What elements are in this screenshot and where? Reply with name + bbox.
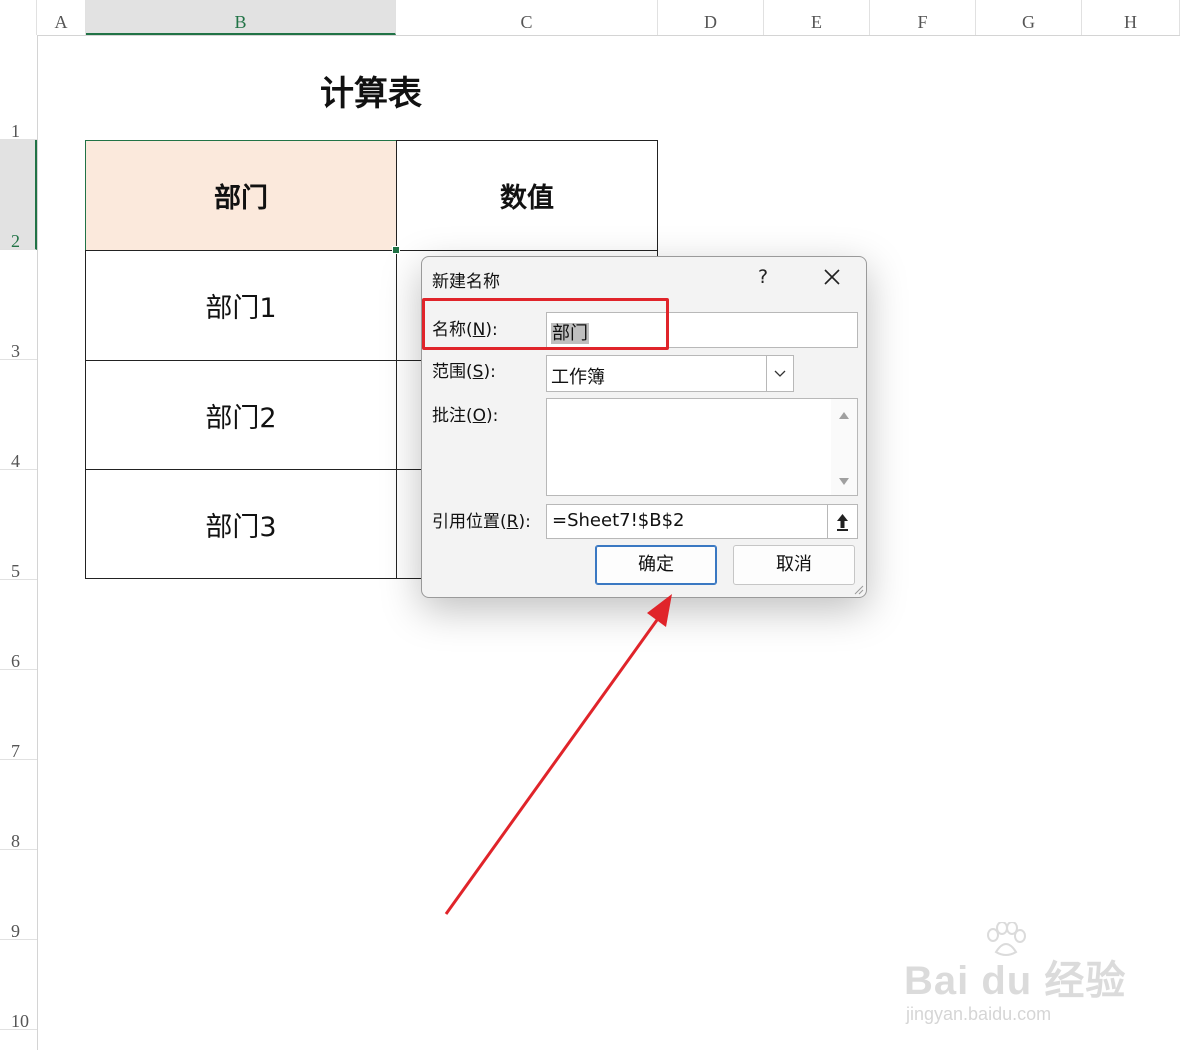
watermark-url: jingyan.baidu.com <box>906 1004 1052 1024</box>
collapse-dialog-button[interactable] <box>827 504 858 539</box>
cell-b5[interactable]: 部门3 <box>85 469 397 579</box>
watermark-brand: Bai du 经验 <box>904 959 1127 1003</box>
row-number: 1 <box>11 121 20 141</box>
reference-label-text: 引用位置( <box>432 512 507 532</box>
scope-label: 范围(S): <box>432 357 496 382</box>
row-header-9[interactable]: 9 <box>0 850 37 941</box>
comment-label: 批注(O): <box>432 401 498 426</box>
row-header-10[interactable]: 10 <box>0 940 37 1031</box>
resize-grip-icon[interactable] <box>852 583 864 595</box>
select-all-corner[interactable] <box>0 0 37 35</box>
cancel-button[interactable]: 取消 <box>733 545 855 585</box>
row-number: 9 <box>11 921 20 941</box>
row-header-3[interactable]: 3 <box>0 250 37 361</box>
row-header-1[interactable]: 1 <box>0 35 37 141</box>
row-header-6[interactable]: 6 <box>0 580 37 671</box>
cell-b3[interactable]: 部门1 <box>85 250 397 361</box>
chevron-down-icon <box>774 370 786 377</box>
row-header-7[interactable]: 7 <box>0 670 37 761</box>
comment-scrollbar[interactable] <box>831 399 857 495</box>
fill-handle[interactable] <box>392 246 400 254</box>
scope-select-value: 工作簿 <box>551 367 605 388</box>
reference-label-key: R <box>506 512 519 532</box>
scope-dropdown-button[interactable] <box>766 356 793 391</box>
row-header-bar: 1 2 3 4 5 6 7 8 9 10 <box>0 35 38 1050</box>
column-header-d[interactable]: D <box>658 0 764 35</box>
comment-textarea[interactable] <box>546 398 858 496</box>
scroll-arrows-icon <box>839 412 849 485</box>
row-number: 4 <box>11 451 20 471</box>
help-button[interactable]: ? <box>748 263 778 291</box>
column-header-bar: A B C D E F G H <box>0 0 1180 36</box>
upload-arrow-icon <box>837 514 848 531</box>
sheet-title[interactable]: 计算表 <box>245 66 497 115</box>
close-button[interactable] <box>814 263 850 291</box>
comment-label-text: 批注( <box>432 406 473 426</box>
column-header-a[interactable]: A <box>37 0 86 35</box>
row-header-4[interactable]: 4 <box>0 360 37 471</box>
reference-input[interactable]: =Sheet7!$B$2 <box>546 504 828 539</box>
scope-label-suffix: ): <box>483 362 496 382</box>
scope-label-key: S <box>472 362 484 382</box>
column-header-g[interactable]: G <box>976 0 1082 35</box>
scope-select[interactable]: 工作簿 <box>546 355 794 392</box>
column-header-c[interactable]: C <box>396 0 658 35</box>
comment-label-suffix: ): <box>486 406 499 426</box>
reference-label: 引用位置(R): <box>432 507 531 532</box>
row-header-8[interactable]: 8 <box>0 760 37 851</box>
row-number: 5 <box>11 561 20 581</box>
reference-label-suffix: ): <box>518 512 531 532</box>
cell-b2-header[interactable]: 部门 <box>85 140 397 251</box>
column-header-e[interactable]: E <box>764 0 870 35</box>
dialog-title: 新建名称 <box>432 272 500 292</box>
ok-button[interactable]: 确定 <box>595 545 717 585</box>
baidu-watermark: Bai du 经验 jingyan.baidu.com <box>900 922 1130 1032</box>
row-number: 2 <box>11 231 20 251</box>
cell-c2-header[interactable]: 数值 <box>396 140 658 251</box>
row-number: 7 <box>11 741 20 761</box>
annotation-highlight-box <box>422 298 669 350</box>
cell-b4[interactable]: 部门2 <box>85 360 397 470</box>
row-number: 10 <box>11 1011 29 1031</box>
row-header-2[interactable]: 2 <box>0 140 37 251</box>
row-number: 3 <box>11 341 20 361</box>
row-header-5[interactable]: 5 <box>0 470 37 581</box>
row-number: 8 <box>11 831 20 851</box>
scope-label-text: 范围( <box>432 362 473 382</box>
row-number: 6 <box>11 651 20 671</box>
close-icon <box>824 269 840 285</box>
comment-label-key: O <box>472 406 487 426</box>
column-header-h[interactable]: H <box>1082 0 1180 35</box>
column-header-b[interactable]: B <box>86 0 396 35</box>
column-header-f[interactable]: F <box>870 0 976 35</box>
